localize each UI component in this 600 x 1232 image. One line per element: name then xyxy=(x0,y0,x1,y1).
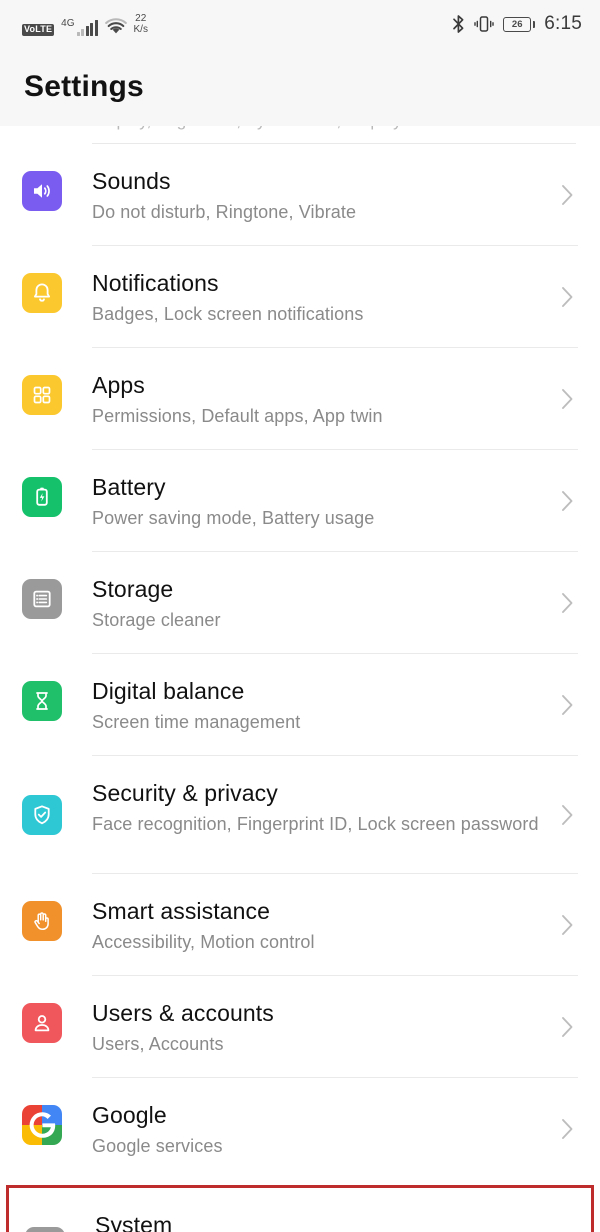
list-item-subtitle: Storage cleaner xyxy=(92,610,221,630)
chevron-right-icon xyxy=(561,804,574,826)
battery-charging-icon xyxy=(22,477,62,517)
list-item-title: Sounds xyxy=(92,168,171,194)
list-item-notifications[interactable]: Notifications Badges, Lock screen notifi… xyxy=(0,246,600,348)
page-title: Settings xyxy=(24,70,144,103)
list-item-subtitle: Google services xyxy=(92,1136,223,1156)
list-item-system[interactable]: System System navigation, Software updat… xyxy=(9,1188,591,1232)
list-item-subtitle: Users, Accounts xyxy=(92,1034,224,1054)
status-bar-left: VoLTE 4G 22 K/s xyxy=(22,13,148,36)
list-item-subtitle: Do not disturb, Ringtone, Vibrate xyxy=(92,202,357,222)
storage-stack-icon xyxy=(22,579,62,619)
battery-percent-label: 26 xyxy=(503,16,532,32)
list-item-text-block: Sounds Do not disturb, Ringtone, Vibrate xyxy=(92,144,578,246)
chevron-right-icon xyxy=(561,1118,574,1140)
list-item-title: Notifications xyxy=(92,270,219,296)
chevron-right-icon xyxy=(561,286,574,308)
phone-info-icon xyxy=(25,1227,65,1232)
list-item-subtitle: Screen time management xyxy=(92,712,301,732)
chevron-right-icon xyxy=(561,592,574,614)
list-item-title: Security & privacy xyxy=(92,780,278,806)
list-item-text-block: System System navigation, Software updat… xyxy=(95,1188,573,1232)
wifi-icon xyxy=(104,17,127,35)
scrolled-off-row-text: Display, Brightness, Eye comfort, Displa… xyxy=(92,126,402,131)
chevron-right-icon xyxy=(561,490,574,512)
list-item-title: Battery xyxy=(92,474,166,500)
scrolled-off-row[interactable]: Display, Brightness, Eye comfort, Displa… xyxy=(0,126,600,144)
clock: 6:15 xyxy=(544,13,582,34)
app-grid-icon xyxy=(22,375,62,415)
app-header: Settings xyxy=(0,48,600,126)
list-item-battery[interactable]: Battery Power saving mode, Battery usage xyxy=(0,450,600,552)
list-item-security-privacy[interactable]: Security & privacy Face recognition, Fin… xyxy=(0,756,600,874)
list-item-smart-assistance[interactable]: Smart assistance Accessibility, Motion c… xyxy=(0,874,600,976)
list-item-users-accounts[interactable]: Users & accounts Users, Accounts xyxy=(0,976,600,1078)
list-item-title: Apps xyxy=(92,372,145,398)
bell-icon xyxy=(22,273,62,313)
list-item-text-block: Apps Permissions, Default apps, App twin xyxy=(92,348,578,450)
speaker-volume-icon xyxy=(22,171,62,211)
hourglass-icon xyxy=(22,681,62,721)
chevron-right-icon xyxy=(561,184,574,206)
list-item-title: Users & accounts xyxy=(92,1000,274,1026)
bluetooth-icon xyxy=(452,14,465,34)
list-item-title: Smart assistance xyxy=(92,898,270,924)
list-item-text-block: Security & privacy Face recognition, Fin… xyxy=(92,756,578,874)
chevron-right-icon xyxy=(561,388,574,410)
google-logo-icon xyxy=(22,1105,62,1145)
settings-list: Sounds Do not disturb, Ringtone, Vibrate… xyxy=(0,144,600,1179)
list-item-text-block: Users & accounts Users, Accounts xyxy=(92,976,578,1078)
list-item-text-block: Smart assistance Accessibility, Motion c… xyxy=(92,874,578,976)
list-item-subtitle: Permissions, Default apps, App twin xyxy=(92,406,383,426)
chevron-right-icon xyxy=(561,1016,574,1038)
list-item-text-block: Google Google services xyxy=(92,1078,578,1179)
battery-icon: 26 xyxy=(503,16,536,32)
list-item-subtitle: Face recognition, Fingerprint ID, Lock s… xyxy=(92,814,539,834)
list-item-title: Google xyxy=(92,1102,167,1128)
volte-icon: VoLTE xyxy=(22,24,55,36)
list-item-digital-balance[interactable]: Digital balance Screen time management xyxy=(0,654,600,756)
shield-check-icon xyxy=(22,795,62,835)
data-rate-indicator: 22 K/s xyxy=(134,13,148,35)
list-item-storage[interactable]: Storage Storage cleaner xyxy=(0,552,600,654)
list-item-subtitle: Accessibility, Motion control xyxy=(92,932,315,952)
status-bar-right: 26 6:15 xyxy=(452,13,582,35)
list-item-title: System xyxy=(95,1212,173,1232)
status-bar: VoLTE 4G 22 K/s 26 6:15 xyxy=(0,0,600,48)
vibrate-icon xyxy=(474,14,494,34)
chevron-right-icon xyxy=(561,914,574,936)
chevron-right-icon xyxy=(561,694,574,716)
list-item-title: Storage xyxy=(92,576,174,602)
signal-bars-icon: 4G xyxy=(61,17,98,36)
list-item-text-block: Digital balance Screen time management xyxy=(92,654,578,756)
list-item-subtitle: Power saving mode, Battery usage xyxy=(92,508,375,528)
list-item-sounds[interactable]: Sounds Do not disturb, Ringtone, Vibrate xyxy=(0,144,600,246)
hand-icon xyxy=(22,901,62,941)
list-item-google[interactable]: Google Google services xyxy=(0,1078,600,1179)
person-icon xyxy=(22,1003,62,1043)
data-rate-unit: K/s xyxy=(133,23,148,35)
battery-cap xyxy=(532,20,536,28)
data-rate-value: 22 xyxy=(135,12,147,24)
list-item-title: Digital balance xyxy=(92,678,245,704)
system-row-highlight-box: System System navigation, Software updat… xyxy=(6,1185,594,1232)
list-item-text-block: Storage Storage cleaner xyxy=(92,552,578,654)
list-item-text-block: Notifications Badges, Lock screen notifi… xyxy=(92,246,578,348)
network-generation-label: 4G xyxy=(61,17,75,29)
list-item-apps[interactable]: Apps Permissions, Default apps, App twin xyxy=(0,348,600,450)
list-item-subtitle: Badges, Lock screen notifications xyxy=(92,304,364,324)
signal-bars-glyph xyxy=(76,19,98,36)
list-item-text-block: Battery Power saving mode, Battery usage xyxy=(92,450,578,552)
